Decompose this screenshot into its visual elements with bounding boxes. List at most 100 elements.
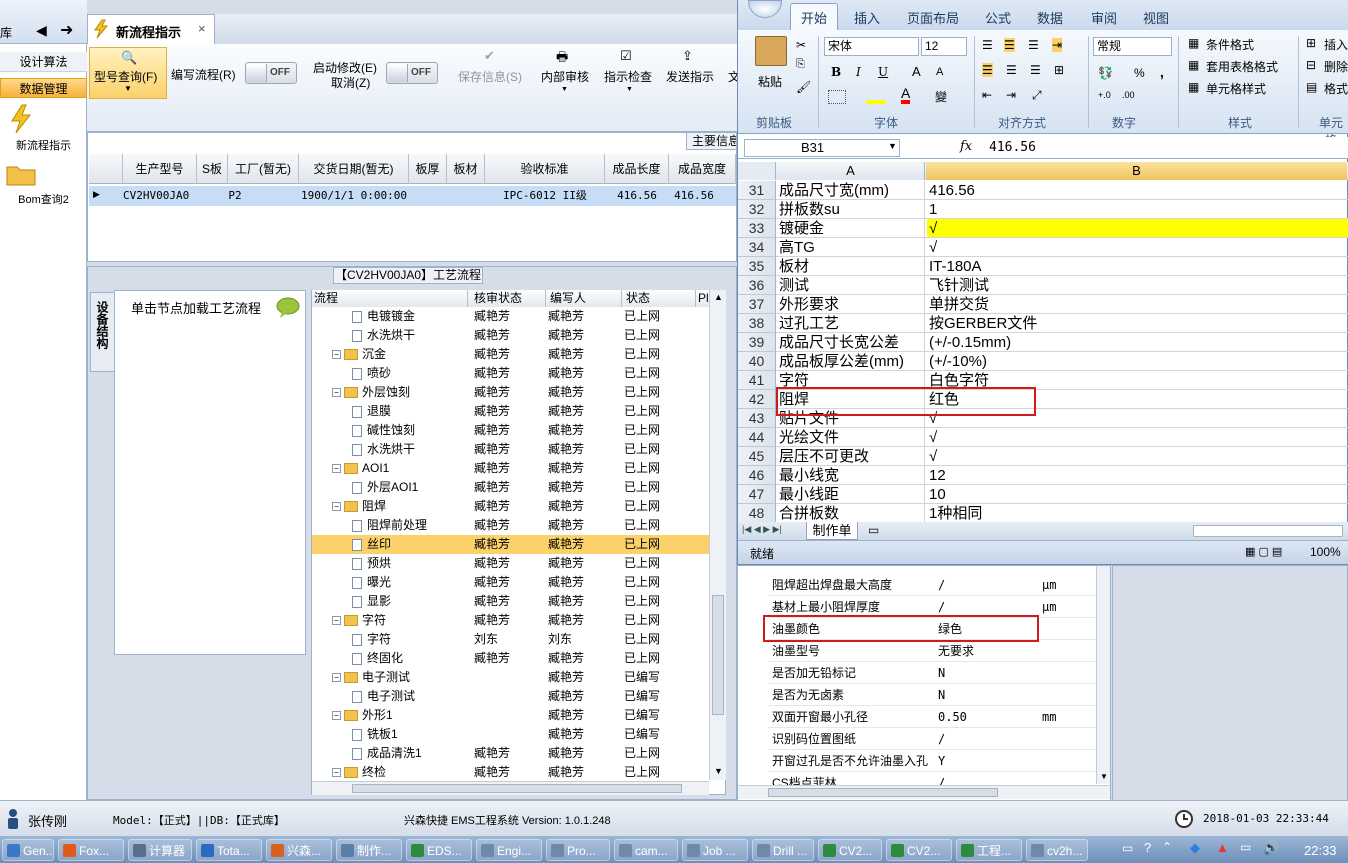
collapse-icon[interactable]: − [332, 502, 341, 512]
collapse-icon[interactable]: − [332, 350, 341, 360]
format-button[interactable]: 格式 [1324, 80, 1348, 97]
tree-row[interactable]: 终固化 臧艳芳 臧艳芳 已上网 [312, 649, 709, 668]
collapse-icon[interactable]: − [332, 464, 341, 474]
taskbar-button[interactable]: cam... [614, 839, 678, 861]
nav-back-icon[interactable]: ◀ [36, 22, 47, 39]
main-info-tab[interactable]: 主要信息 [686, 132, 737, 150]
cell-b[interactable]: √ [927, 238, 1348, 256]
tree-row[interactable]: 电镀镀金 臧艳芳 臧艳芳 已上网 [312, 307, 709, 326]
property-row[interactable]: 开窗过孔是否不允许油墨入孔 Y [768, 750, 1108, 772]
taskbar-button[interactable]: 制作... [336, 839, 402, 861]
currency-icon[interactable]: 💱 [1098, 66, 1113, 80]
side-tab-structure[interactable]: 设备结构 [90, 292, 114, 372]
underline-button[interactable]: U [878, 65, 888, 79]
collapse-icon[interactable]: − [332, 388, 341, 398]
tree-row[interactable]: 铣板1 臧艳芳 已编写 [312, 725, 709, 744]
border-icon[interactable] [828, 90, 846, 104]
nav-item-new-flow[interactable]: 新流程指示 [0, 137, 87, 153]
tree-row[interactable]: − 外形1 臧艳芳 已编写 [312, 706, 709, 725]
name-box-dropdown-icon[interactable]: ▼ [888, 141, 897, 151]
tray-app-icon[interactable]: ▲ [1216, 840, 1229, 855]
shrink-font-icon[interactable]: A [936, 66, 943, 78]
tray-keyboard-icon[interactable]: ▭ [1122, 841, 1133, 855]
cell-a[interactable]: 成品尺寸宽(mm) [778, 181, 925, 199]
tree-col-header[interactable]: 编写人 [546, 290, 622, 307]
ribbon-tab[interactable]: 插入 [854, 8, 880, 27]
paste-icon[interactable] [755, 36, 787, 66]
tray-volume-icon[interactable]: 🔊 [1263, 840, 1279, 856]
row-number[interactable]: 40 [738, 352, 776, 371]
tree-col-header[interactable]: 核审状态 [468, 290, 546, 307]
property-row[interactable]: 双面开窗最小孔径 0.50 mm [768, 706, 1108, 728]
write-flow-toggle[interactable]: OFF [245, 62, 297, 84]
cell-a[interactable]: 成品板厚公差(mm) [778, 352, 925, 370]
taskbar-button[interactable]: Engi... [476, 839, 542, 861]
scroll-thumb[interactable] [352, 784, 682, 793]
row-number[interactable]: 36 [738, 276, 776, 295]
cell-b[interactable]: √ [927, 447, 1348, 465]
cell-style-button[interactable]: 单元格样式 [1206, 80, 1266, 97]
collapse-icon[interactable]: − [332, 768, 341, 778]
grid-col-header[interactable]: 板材 [447, 154, 485, 184]
collapse-icon[interactable]: − [332, 616, 341, 626]
tree-row[interactable]: 退膜 臧艳芳 臧艳芳 已上网 [312, 402, 709, 421]
row-number[interactable]: 35 [738, 257, 776, 276]
tree-row[interactable]: − 外层蚀刻 臧艳芳 臧艳芳 已上网 [312, 383, 709, 402]
cut-icon[interactable]: ✂ [796, 38, 806, 52]
cell-b[interactable]: (+/-10%) [927, 352, 1348, 370]
row-number[interactable]: 37 [738, 295, 776, 314]
grid-col-header[interactable]: 工厂(暂无) [228, 154, 299, 184]
align-right-icon[interactable]: ☰ [1030, 63, 1041, 77]
nav-group-data-management[interactable]: 数据管理 [0, 78, 87, 98]
comma-button[interactable]: , [1160, 64, 1164, 80]
nav-group-design-algorithm[interactable]: 设计算法 [0, 52, 87, 72]
tree-row[interactable]: − 终检 臧艳芳 臧艳芳 已上网 [312, 763, 709, 782]
percent-button[interactable]: % [1134, 66, 1145, 80]
fill-color-icon[interactable] [866, 90, 886, 104]
row-number[interactable]: 31 [738, 181, 776, 200]
orientation-icon[interactable]: ⤢ [1032, 88, 1042, 103]
cell-b[interactable]: 1种相同 [927, 504, 1348, 522]
cell-a[interactable]: 光绘文件 [778, 428, 925, 446]
cell-b[interactable]: √ [927, 219, 1348, 237]
font-name-select[interactable]: 宋体 [824, 37, 919, 56]
taskbar-button[interactable]: CV2... [886, 839, 952, 861]
sheet-tab-production[interactable]: 制作单 [806, 522, 858, 540]
nav-pin-icon[interactable]: ➜ [60, 20, 73, 40]
grid-col-header[interactable]: 成品长度 [605, 154, 669, 184]
cell-b[interactable]: 飞针测试 [927, 276, 1348, 294]
cell-a[interactable]: 合拼板数 [778, 504, 925, 522]
select-all-corner[interactable] [738, 162, 776, 180]
taskbar-button[interactable]: Gen... [2, 839, 54, 861]
sheet-nav-icons[interactable]: |◀ ◀ ▶ ▶| [742, 524, 782, 535]
tree-row[interactable]: 曝光 臧艳芳 臧艳芳 已上网 [312, 573, 709, 592]
assign-check-button[interactable]: ☑ 指示检查 ▼ [602, 48, 658, 96]
row-number[interactable]: 38 [738, 314, 776, 333]
increase-indent-icon[interactable]: ⇥ [1006, 88, 1016, 102]
ribbon-tab[interactable]: 公式 [985, 8, 1011, 27]
tree-row[interactable]: 碱性蚀刻 臧艳芳 臧艳芳 已上网 [312, 421, 709, 440]
tree-col-header[interactable]: 流程 [312, 290, 468, 307]
row-number[interactable]: 41 [738, 371, 776, 390]
cell-b[interactable]: 1 [927, 200, 1348, 218]
scroll-down-icon[interactable]: ▼ [1100, 772, 1108, 781]
formula-input[interactable]: 416.56 [980, 139, 1347, 157]
grid-col-header[interactable]: 板厚 [409, 154, 447, 184]
scroll-thumb[interactable] [768, 788, 998, 797]
row-number[interactable]: 32 [738, 200, 776, 219]
tree-row[interactable]: 电子测试 臧艳芳 已编写 [312, 687, 709, 706]
cell-b[interactable]: 10 [927, 485, 1348, 503]
tree-row[interactable]: 字符 刘东 刘东 已上网 [312, 630, 709, 649]
align-middle-icon[interactable]: ☰ [1004, 38, 1015, 52]
name-box[interactable]: B31 [744, 139, 900, 157]
font-size-select[interactable]: 12 [921, 37, 967, 56]
tree-row[interactable]: 成品清洗1 臧艳芳 臧艳芳 已上网 [312, 744, 709, 763]
ribbon-tab[interactable]: 页面布局 [907, 8, 959, 27]
collapse-icon[interactable]: − [332, 673, 341, 683]
grow-font-icon[interactable]: A [912, 64, 921, 79]
internal-review-button[interactable]: 🖶 内部审核 ▼ [539, 48, 591, 96]
cell-a[interactable]: 拼板数su [778, 200, 925, 218]
row-number[interactable]: 33 [738, 219, 776, 238]
cell-a[interactable]: 成品尺寸长宽公差 [778, 333, 925, 351]
tab-close-icon[interactable]: × [198, 21, 206, 36]
